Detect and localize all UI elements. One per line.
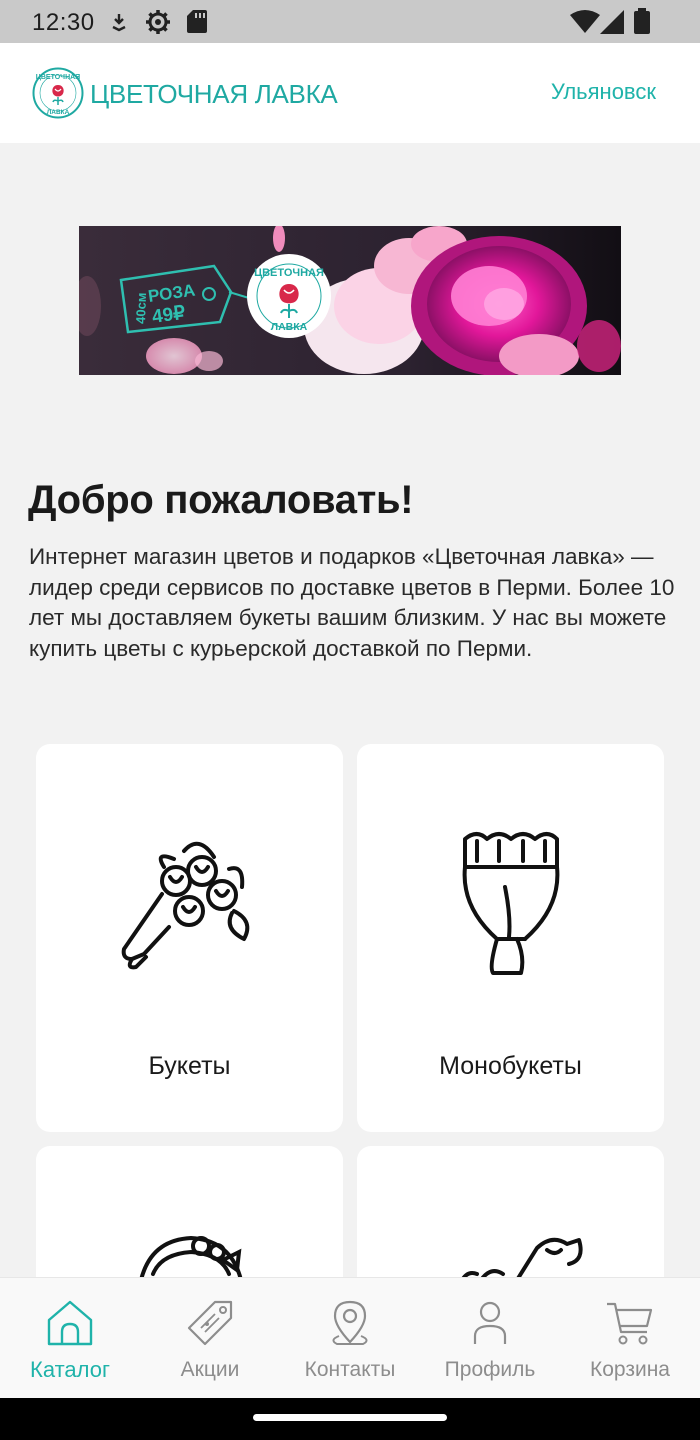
nav-label-cart: Корзина	[590, 1358, 670, 1381]
logo-badge-top-text: ЦВЕТОЧНАЯ	[36, 74, 80, 81]
bottom-navigation: Каталог Акции Контакты Профиль Корзина	[0, 1277, 700, 1398]
system-gesture-bar	[0, 1398, 700, 1440]
category-label-monobouquets: Монобукеты	[439, 1052, 582, 1080]
promo-banner-art: 40см РОЗА 49₽ ЦВЕТОЧНАЯ ЛАВКА	[79, 226, 621, 375]
welcome-description: Интернет магазин цветов и подарков «Цвет…	[29, 544, 675, 661]
monobouquet-icon	[462, 832, 560, 975]
city-selector[interactable]: Ульяновск	[551, 79, 656, 105]
nav-label-contacts: Контакты	[304, 1358, 396, 1381]
welcome-title: Добро пожаловать!	[28, 478, 414, 522]
nav-label-profile: Профиль	[444, 1358, 536, 1381]
tag-size-text: 40см	[133, 292, 149, 324]
banner-logo: ЦВЕТОЧНАЯ ЛАВКА	[247, 254, 331, 338]
logo-badge-bottom-text: ЛАВКА	[47, 109, 70, 116]
battery-icon	[634, 8, 650, 34]
sd-card-icon	[187, 10, 207, 33]
wifi-icon	[570, 10, 600, 33]
category-label-bouquets: Букеты	[148, 1052, 231, 1080]
home-icon	[47, 1300, 93, 1346]
category-card-monobouquets[interactable]: Монобукеты	[357, 744, 664, 1132]
nav-item-catalog[interactable]: Каталог	[0, 1278, 140, 1399]
cart-icon	[607, 1302, 653, 1345]
nav-label-catalog: Каталог	[30, 1357, 110, 1382]
tag-icon	[187, 1300, 233, 1346]
logo-badge-icon: ЦВЕТОЧНАЯ ЛАВКА	[32, 67, 84, 119]
person-icon	[473, 1301, 507, 1344]
nav-label-promotions: Акции	[180, 1358, 240, 1381]
nav-item-contacts[interactable]: Контакты	[280, 1278, 420, 1399]
banner-logo-top-text: ЦВЕТОЧНАЯ	[254, 267, 324, 279]
banner-logo-bottom-text: ЛАВКА	[271, 321, 308, 333]
status-time: 12:30	[32, 9, 95, 36]
category-card-bouquets[interactable]: Букеты	[36, 744, 343, 1132]
nav-item-cart[interactable]: Корзина	[560, 1278, 700, 1399]
bouquet-icon	[121, 841, 250, 970]
app-header: ЦВЕТОЧНАЯ ЛАВКА ЦВЕТОЧНАЯ ЛАВКА Ульяновс…	[0, 43, 700, 143]
location-pin-icon	[332, 1300, 368, 1345]
nav-item-promotions[interactable]: Акции	[140, 1278, 280, 1399]
promo-banner[interactable]: 40см РОЗА 49₽ ЦВЕТОЧНАЯ ЛАВКА	[79, 226, 621, 375]
download-icon	[112, 14, 126, 32]
settings-icon	[146, 10, 170, 34]
home-gesture-handle[interactable]	[253, 1414, 447, 1421]
logo-text: ЦВЕТОЧНАЯ ЛАВКА	[90, 79, 338, 109]
nav-item-profile[interactable]: Профиль	[420, 1278, 560, 1399]
signal-icon	[600, 10, 624, 34]
status-bar: 12:30	[0, 0, 700, 43]
